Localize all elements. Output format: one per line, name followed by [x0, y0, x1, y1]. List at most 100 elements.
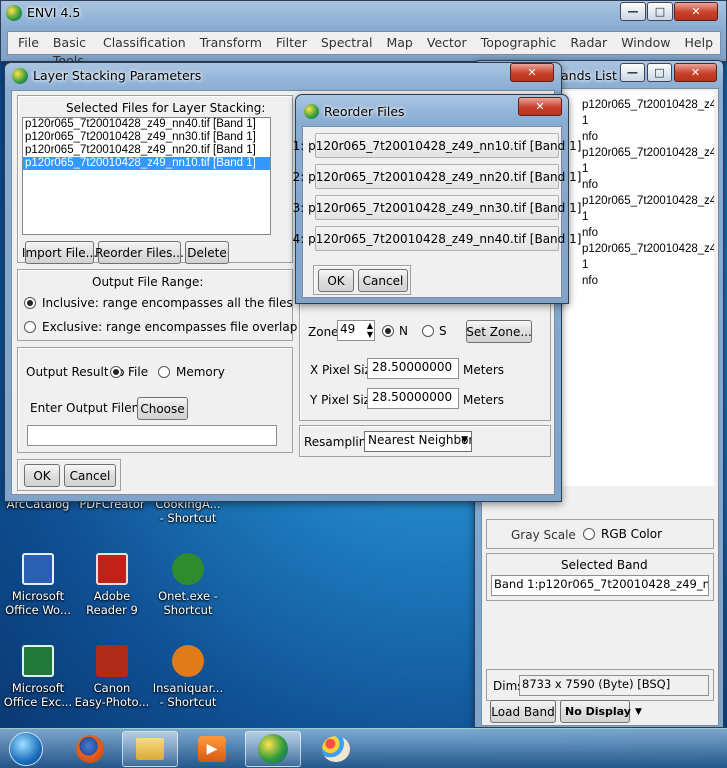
x-pixel-unit: Meters: [463, 363, 505, 377]
ok-button[interactable]: OK: [24, 464, 60, 487]
cancel-button[interactable]: Cancel: [64, 464, 116, 487]
zone-input[interactable]: 49 ▲ ▼: [337, 320, 375, 341]
adobe-reader-icon: [96, 553, 128, 585]
band-tree-item[interactable]: 1: [582, 209, 714, 225]
band-tree-item[interactable]: 1: [582, 113, 714, 129]
dims-field: 8733 x 7590 (Byte) [BSQ]: [519, 675, 709, 696]
rgb-color-radio[interactable]: [583, 528, 595, 540]
spin-arrows-icon[interactable]: ▲ ▼: [367, 321, 373, 339]
desktop-icon-insaniquarium[interactable]: Insaniquar... - Shortcut: [150, 645, 226, 709]
zone-label: Zone: [308, 325, 339, 339]
desktop-icon-adobe-reader[interactable]: Adobe Reader 9: [74, 553, 150, 617]
band-tree-item[interactable]: nfo: [582, 177, 714, 193]
output-file-radio[interactable]: [110, 366, 122, 378]
layer-stacking-close-button[interactable]: ✕: [510, 63, 554, 82]
resampling-group: Resampling Nearest Neighbor ▼: [299, 425, 551, 457]
bands-close-button[interactable]: ✕: [674, 63, 717, 82]
resampling-select[interactable]: Nearest Neighbor ▼: [364, 431, 472, 452]
folder-icon: [136, 738, 164, 760]
taskbar-firefox[interactable]: [62, 731, 118, 767]
gray-scale-label: Gray Scale: [511, 528, 576, 542]
reorder-ok-button[interactable]: OK: [318, 269, 354, 292]
band-tree-item[interactable]: nfo: [582, 225, 714, 241]
choose-button[interactable]: Choose: [137, 397, 188, 420]
taskbar-explorer[interactable]: [122, 731, 178, 767]
output-result-group: Output Result to File Memory Enter Outpu…: [17, 347, 293, 453]
paint-icon: [322, 736, 350, 762]
band-tree-item[interactable]: 1: [582, 257, 714, 273]
desktop-icon-canon[interactable]: Canon Easy-Photo...: [74, 645, 150, 709]
set-zone-button[interactable]: Set Zone...: [466, 320, 532, 343]
zone-value: 49: [340, 322, 356, 336]
envi-maximize-button[interactable]: □: [647, 2, 673, 21]
band-tree-item[interactable]: p120r065_7t20010428_z49_nn30.tif: [582, 145, 714, 161]
band-tree-item[interactable]: 1: [582, 161, 714, 177]
load-band-button[interactable]: Load Band: [490, 700, 556, 723]
band-tree-item[interactable]: p120r065_7t20010428_z49_nn10.tif: [582, 241, 714, 257]
y-pixel-input[interactable]: 28.50000000: [367, 388, 459, 409]
reorder-client: 1: p120r065_7t20010428_z49_nn10.tif [Ban…: [293, 126, 581, 298]
selected-files-list[interactable]: p120r065_7t20010428_z49_nn40.tif [Band 1…: [22, 117, 271, 235]
north-label: N: [399, 324, 408, 338]
band-tree-item[interactable]: p120r065_7t20010428_z49_nn20.tif: [582, 193, 714, 209]
selected-band-group: Selected Band Band 1:p120r065_7t20010428…: [486, 553, 714, 601]
import-file-button[interactable]: Import File...: [22, 241, 97, 264]
display-select[interactable]: No Display ▼: [560, 700, 642, 723]
reorder-cancel-button[interactable]: Cancel: [358, 269, 408, 292]
envi-close-button[interactable]: ✕: [674, 2, 718, 21]
bands-maximize-button[interactable]: □: [647, 63, 672, 82]
inclusive-radio[interactable]: [24, 297, 36, 309]
bands-minimize-button[interactable]: —: [620, 63, 645, 82]
output-range-label: Output File Range:: [92, 275, 204, 289]
reorder-close-button[interactable]: ✕: [518, 97, 562, 116]
dropdown-arrow-icon: ▼: [634, 706, 642, 717]
reorder-item[interactable]: 4: p120r065_7t20010428_z49_nn40.tif [Ban…: [293, 226, 581, 251]
excel-icon: [22, 645, 54, 677]
file-list-item[interactable]: p120r065_7t20010428_z49_nn30.tif [Band 1…: [23, 131, 270, 144]
file-list-item[interactable]: p120r065_7t20010428_z49_nn20.tif [Band 1…: [23, 144, 270, 157]
dims-group: Dims 8733 x 7590 (Byte) [BSQ]: [486, 669, 714, 701]
output-file-label: File: [128, 365, 149, 379]
inclusive-label: Inclusive: range encompasses all the fil…: [42, 296, 293, 310]
south-radio[interactable]: [422, 325, 434, 337]
envi-minimize-button[interactable]: —: [620, 2, 646, 21]
reorder-item[interactable]: 3: p120r065_7t20010428_z49_nn30.tif [Ban…: [293, 195, 581, 220]
start-button[interactable]: [2, 731, 50, 767]
display-mode-group: Gray Scale RGB Color: [486, 519, 714, 549]
display-select-value: No Display: [565, 705, 631, 718]
band-tree-item[interactable]: nfo: [582, 129, 714, 145]
taskbar-envi[interactable]: [245, 731, 301, 767]
reorder-files-window: Reorder Files ✕ 1: p120r065_7t20010428_z…: [293, 94, 581, 304]
reorder-ok-cancel-group: OK Cancel: [313, 265, 411, 295]
desktop-icon-onet[interactable]: Onet.exe - Shortcut: [150, 553, 226, 617]
desktop-icon-excel[interactable]: Microsoft Office Exc...: [0, 645, 76, 709]
reorder-files-button[interactable]: Reorder Files...: [95, 241, 184, 264]
selected-band-field: Band 1:p120r065_7t20010428_z49_nn40.tif: [491, 575, 709, 596]
x-pixel-input[interactable]: 28.50000000: [367, 358, 459, 379]
taskbar: ▶: [0, 728, 727, 768]
south-label: S: [439, 324, 447, 338]
reorder-title: Reorder Files: [324, 104, 405, 119]
exclusive-radio[interactable]: [24, 321, 36, 333]
band-tree-item[interactable]: p120r065_7t20010428_z49_nn40.tif: [582, 97, 714, 113]
reorder-item[interactable]: 2: p120r065_7t20010428_z49_nn20.tif [Ban…: [293, 164, 581, 189]
output-filename-input[interactable]: [27, 425, 277, 446]
taskbar-paint[interactable]: [308, 731, 364, 767]
layer-stacking-title: Layer Stacking Parameters: [33, 68, 202, 83]
reorder-item[interactable]: 1: p120r065_7t20010428_z49_nn10.tif [Ban…: [293, 133, 581, 158]
north-radio[interactable]: [382, 325, 394, 337]
taskbar-media-player[interactable]: ▶: [184, 731, 240, 767]
delete-button[interactable]: Delete: [185, 241, 229, 264]
resampling-value: Nearest Neighbor: [368, 433, 472, 447]
desktop-icon-word[interactable]: Microsoft Office Wo...: [0, 553, 76, 617]
media-player-icon: ▶: [198, 736, 226, 762]
output-memory-radio[interactable]: [158, 366, 170, 378]
file-list-item[interactable]: p120r065_7t20010428_z49_nn10.tif [Band 1…: [23, 157, 270, 170]
rgb-color-label: RGB Color: [601, 527, 663, 541]
selected-files-group: Selected Files for Layer Stacking: p120r…: [17, 95, 293, 264]
dropdown-arrow-icon: ▼: [461, 435, 468, 445]
file-list-item[interactable]: p120r065_7t20010428_z49_nn40.tif [Band 1…: [23, 118, 270, 131]
band-tree-item[interactable]: nfo: [582, 273, 714, 289]
envi-window-icon: [304, 104, 319, 119]
load-band-area: Load Band No Display ▼: [486, 700, 642, 727]
